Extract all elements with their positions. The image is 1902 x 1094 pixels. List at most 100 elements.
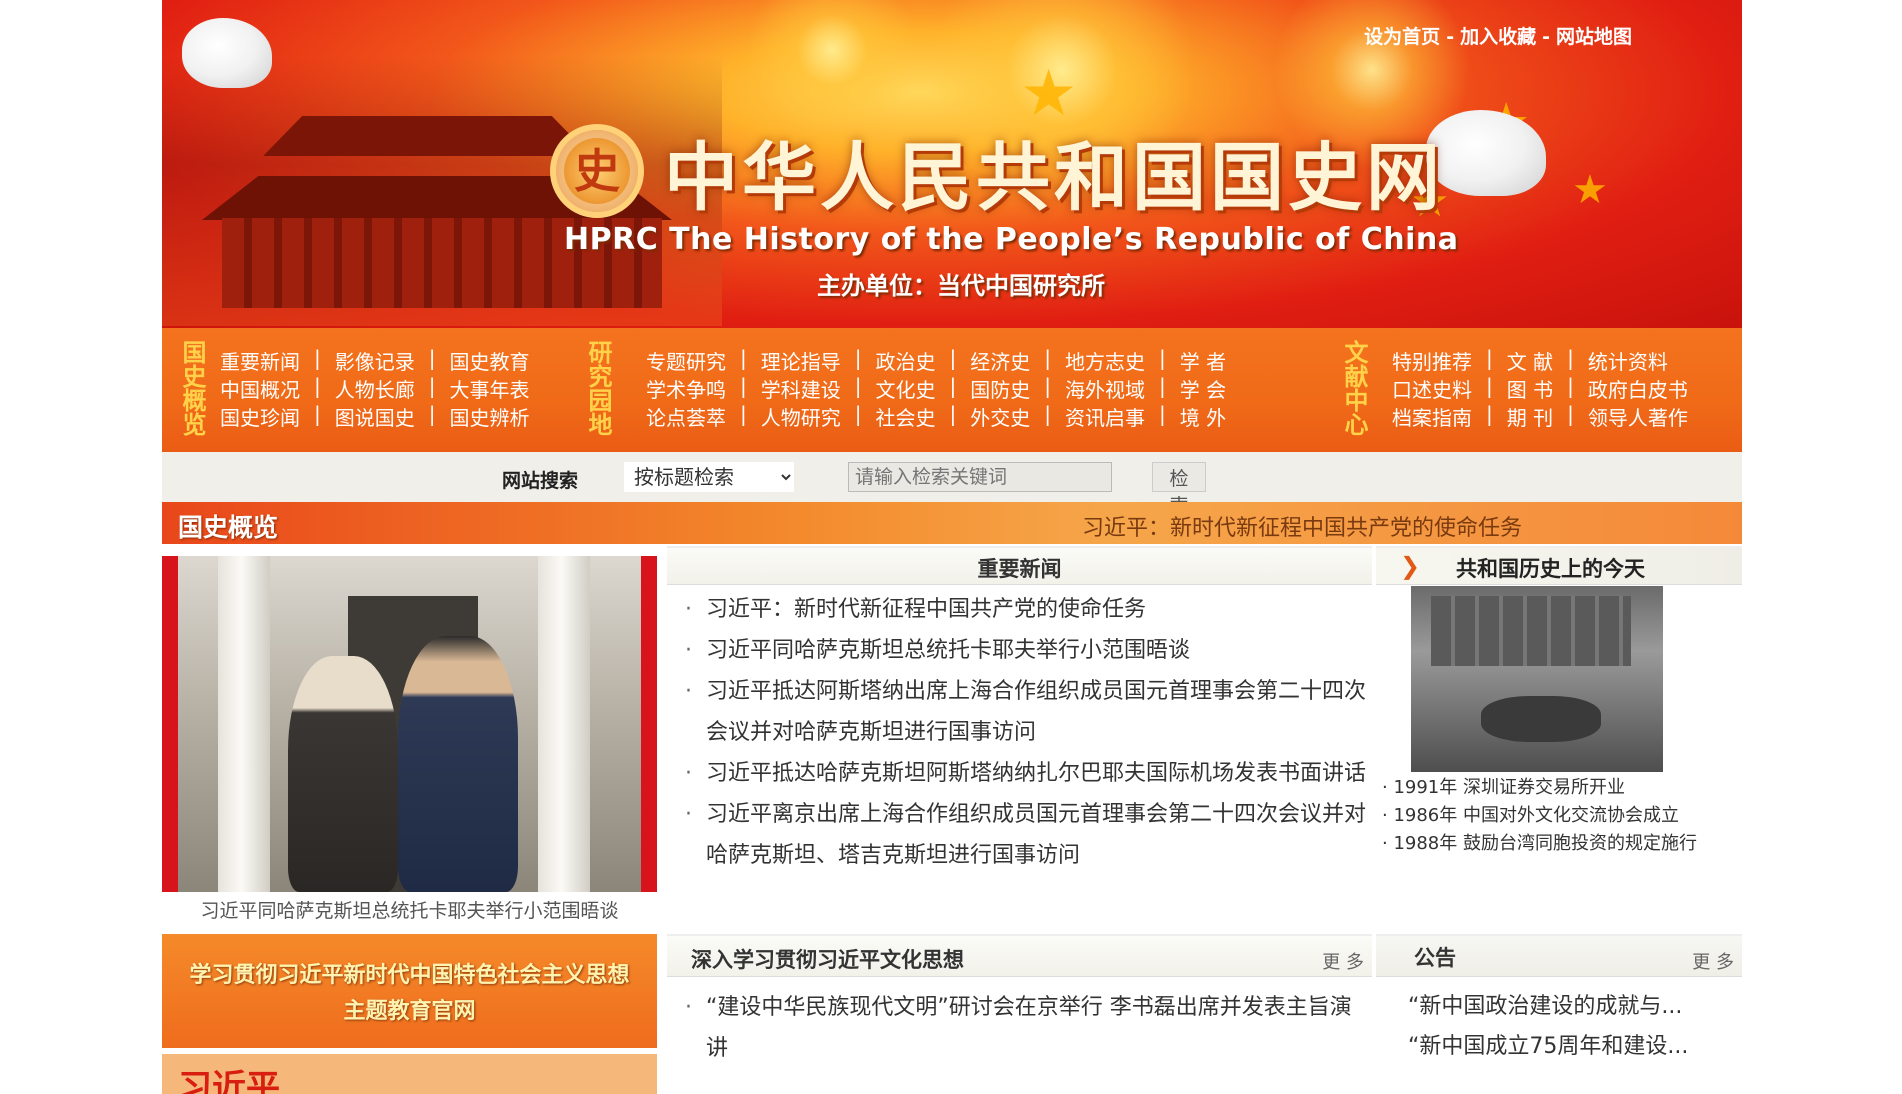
nav-link[interactable]: 国史珍闻 <box>220 402 300 431</box>
panel-title: 重要新闻 <box>977 557 1062 581</box>
nav-link[interactable]: 人物长廊 <box>335 374 415 403</box>
nav-link[interactable]: 特别推荐 <box>1392 346 1472 375</box>
nav-link[interactable]: 国史辨析 <box>450 402 530 431</box>
news-list: · 习近平：新时代新征程中国共产党的使命任务 · 习近平同哈萨克斯坦总统托卡耶夫举行小… <box>667 585 1372 876</box>
nav-link[interactable]: 地方志史 <box>1065 346 1145 375</box>
nav-link[interactable]: 文化史 <box>876 374 936 403</box>
nav-link[interactable]: 经济史 <box>970 346 1030 375</box>
link-separator: - <box>1446 26 1455 48</box>
nav-link[interactable]: 领导人著作 <box>1588 402 1688 431</box>
list-item[interactable]: · 习近平同哈萨克斯坦总统托卡耶夫举行小范围晤谈 <box>667 630 1372 671</box>
nav-link[interactable]: 论点荟萃 <box>646 402 726 431</box>
nav-link[interactable]: 统计资料 <box>1588 346 1668 375</box>
bullet-icon: · <box>685 802 692 827</box>
list-item-text[interactable]: 习近平抵达阿斯塔纳出席上海合作组织成员国元首理事会第二十四次会议并对哈萨克斯坦进… <box>706 679 1366 745</box>
site-subtitle: HPRC The History of the People’s Republi… <box>564 222 1459 257</box>
list-item[interactable]: · 1991年 深圳证券交易所开业 <box>1376 774 1742 802</box>
list-item[interactable]: “新中国成立75周年和建设... <box>1376 1027 1742 1067</box>
nav-link[interactable]: 专题研究 <box>646 346 726 375</box>
search-button[interactable]: 检 索 <box>1152 462 1206 517</box>
nav-separator: | <box>854 402 862 426</box>
star-icon: ★ <box>1572 167 1608 213</box>
nav-link[interactable]: 学术争鸣 <box>646 374 726 403</box>
list-item[interactable]: · 1988年 鼓励台湾同胞投资的规定施行 <box>1376 830 1742 858</box>
nav-link[interactable]: 外交史 <box>970 402 1030 431</box>
list-item[interactable]: · 习近平：新时代新征程中国共产党的使命任务 <box>667 589 1372 630</box>
nav-link[interactable]: 学 会 <box>1180 374 1226 403</box>
nav-link[interactable]: 影像记录 <box>335 346 415 375</box>
list-item-text[interactable]: 习近平：新时代新征程中国共产党的使命任务 <box>706 597 1146 622</box>
nav-link[interactable]: 图 书 <box>1507 374 1553 403</box>
nav-link[interactable]: 文 献 <box>1507 346 1553 375</box>
featured-photo-frame[interactable] <box>162 556 657 892</box>
nav-separator: | <box>314 346 321 370</box>
nav-link[interactable]: 重要新闻 <box>220 346 300 375</box>
today-in-history-panel: ❯ 共和国历史上的今天 · 1991年 深圳证券交易所开业 · 1986年 中国对… <box>1376 546 1742 854</box>
top-links: 设为首页 - 加入收藏 - 网站地图 <box>1364 22 1632 49</box>
site-title: 中华人民共和国国史网 <box>664 135 1444 221</box>
nav-link[interactable]: 国防史 <box>970 374 1030 403</box>
nav-separator: | <box>1567 402 1574 426</box>
nav-separator: | <box>314 374 321 398</box>
nav-separator: | <box>1159 346 1166 370</box>
notice-list: “新中国政治建设的成就与... “新中国成立75周年和建设... <box>1376 977 1742 1067</box>
nav-link[interactable]: 人物研究 <box>761 402 841 431</box>
list-item[interactable]: · 1986年 中国对外文化交流协会成立 <box>1376 802 1742 830</box>
promo-line: 学习贯彻习近平新时代中国特色社会主义思想 <box>189 963 630 988</box>
promo-line: 主题教育官网 <box>343 999 476 1024</box>
search-bar: 网站搜索 按标题检索 检 索 <box>162 452 1742 517</box>
search-type-select[interactable]: 按标题检索 <box>624 462 794 492</box>
set-homepage-link[interactable]: 设为首页 <box>1364 26 1440 48</box>
panel-header: 深入学习贯彻习近平文化思想 更 多 <box>667 934 1372 977</box>
nav-separator: | <box>949 374 957 398</box>
list-item-text[interactable]: 习近平离京出席上海合作组织成员国元首理事会第二十四次会议并对哈萨克斯坦、塔吉克斯… <box>706 802 1366 868</box>
search-input[interactable] <box>848 462 1112 492</box>
list-item[interactable]: “新中国政治建设的成就与... <box>1376 987 1742 1027</box>
panel-title: 深入学习贯彻习近平文化思想 <box>691 948 964 972</box>
list-item-text[interactable]: “建设中华民族现代文明”研讨会在京举行 李书磊出席并发表主旨演讲 <box>706 995 1352 1061</box>
nav-separator: | <box>1486 402 1493 426</box>
nav-link[interactable]: 学科建设 <box>761 374 841 403</box>
nav-link[interactable]: 政治史 <box>876 346 936 375</box>
study-panel: 深入学习贯彻习近平文化思想 更 多 · “建设中华民族现代文明”研讨会在京举行 李… <box>667 934 1372 1069</box>
list-item[interactable]: · 习近平抵达阿斯塔纳出席上海合作组织成员国元首理事会第二十四次会议并对哈萨克斯坦… <box>667 671 1372 753</box>
nav-link[interactable]: 中国概况 <box>220 374 300 403</box>
list-item[interactable]: · 习近平离京出席上海合作组织成员国元首理事会第二十四次会议并对哈萨克斯坦、塔吉克… <box>667 794 1372 876</box>
featured-photo[interactable] <box>178 556 641 892</box>
today-photo[interactable] <box>1411 586 1663 772</box>
promo-banner[interactable]: 学习贯彻习近平新时代中国特色社会主义思想 主题教育官网 <box>162 934 657 1048</box>
nav-link[interactable]: 资讯启事 <box>1065 402 1145 431</box>
list-item[interactable]: · 习近平抵达哈萨克斯坦阿斯塔纳纳扎尔巴耶夫国际机场发表书面讲话 <box>667 753 1372 794</box>
nav-link[interactable]: 档案指南 <box>1392 402 1472 431</box>
list-item[interactable]: · “建设中华民族现代文明”研讨会在京举行 李书磊出席并发表主旨演讲 <box>667 987 1372 1069</box>
featured-caption[interactable]: 习近平同哈萨克斯坦总统托卡耶夫举行小范围晤谈 <box>162 896 657 923</box>
promo-banner-2[interactable]: 习近平 <box>162 1054 657 1094</box>
nav-link[interactable]: 学 者 <box>1180 346 1226 375</box>
sitemap-link[interactable]: 网站地图 <box>1556 26 1632 48</box>
bullet-icon: · <box>685 679 692 704</box>
nav-separator: | <box>740 402 747 426</box>
add-favorite-link[interactable]: 加入收藏 <box>1460 26 1536 48</box>
nav-separator: | <box>1044 374 1051 398</box>
site-banner: ★ ★ ★ ★ 史 中华人民共和国国史网 HPRC The History of… <box>162 0 1742 328</box>
nav-link[interactable]: 理论指导 <box>761 346 841 375</box>
nav-separator: | <box>1044 346 1051 370</box>
nav-link[interactable]: 社会史 <box>876 402 936 431</box>
nav-link[interactable]: 海外视域 <box>1065 374 1145 403</box>
nav-link[interactable]: 大事年表 <box>450 374 530 403</box>
person-figure <box>288 656 398 892</box>
news-ticker[interactable]: 习近平：新时代新征程中国共产党的使命任务 <box>1082 510 1522 542</box>
more-link[interactable]: 更 多 <box>1322 948 1364 974</box>
nav-link[interactable]: 政府白皮书 <box>1588 374 1688 403</box>
nav-row: 口述史料 | 图 书 | 政府白皮书 <box>1392 374 1688 403</box>
more-link[interactable]: 更 多 <box>1692 948 1734 974</box>
nav-link[interactable]: 图说国史 <box>335 402 415 431</box>
nav-link[interactable]: 境 外 <box>1180 402 1226 431</box>
person-figure <box>398 636 518 892</box>
list-item-text[interactable]: 习近平抵达哈萨克斯坦阿斯塔纳纳扎尔巴耶夫国际机场发表书面讲话 <box>706 761 1366 786</box>
nav-link[interactable]: 国史教育 <box>450 346 530 375</box>
nav-row: 重要新闻 | 影像记录 | 国史教育 <box>220 346 530 375</box>
nav-link[interactable]: 期 刊 <box>1507 402 1553 431</box>
nav-link[interactable]: 口述史料 <box>1392 374 1472 403</box>
list-item-text[interactable]: 习近平同哈萨克斯坦总统托卡耶夫举行小范围晤谈 <box>706 638 1190 663</box>
